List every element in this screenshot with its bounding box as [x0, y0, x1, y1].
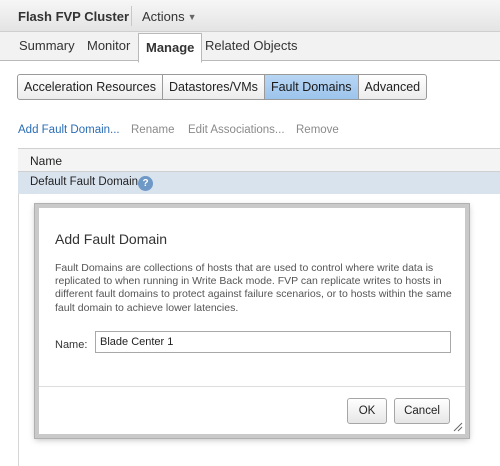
subtab-acceleration-resources[interactable]: Acceleration Resources: [18, 75, 164, 99]
row-name: Default Fault Domain: [30, 176, 139, 188]
resize-grip-icon[interactable]: [451, 420, 463, 432]
table-row[interactable]: Default Fault Domain ?: [18, 172, 500, 194]
tab-summary[interactable]: Summary: [12, 32, 82, 60]
remove-link[interactable]: Remove: [296, 124, 339, 136]
subtab-advanced[interactable]: Advanced: [359, 75, 427, 99]
rename-link[interactable]: Rename: [131, 124, 174, 136]
tab-manage[interactable]: Manage: [138, 33, 203, 63]
ok-button[interactable]: OK: [347, 398, 387, 424]
manage-subtabs: Acceleration Resources Datastores/VMs Fa…: [17, 74, 428, 100]
grid-header: Name: [18, 148, 500, 172]
chevron-down-icon: ▼: [187, 12, 197, 22]
subtab-fault-domains[interactable]: Fault Domains: [264, 75, 359, 99]
add-fault-domain-link[interactable]: Add Fault Domain...: [18, 124, 120, 136]
actions-label: Actions: [142, 9, 185, 24]
column-header-name[interactable]: Name: [30, 154, 62, 168]
dialog-description: Fault Domains are collections of hosts t…: [55, 262, 452, 314]
tab-related-objects[interactable]: Related Objects: [198, 32, 305, 60]
add-fault-domain-dialog: Add Fault Domain Fault Domains are colle…: [35, 204, 469, 438]
cancel-button[interactable]: Cancel: [394, 398, 450, 424]
help-icon[interactable]: ?: [138, 176, 153, 191]
object-title: Flash FVP Cluster: [18, 9, 130, 24]
tab-monitor[interactable]: Monitor: [80, 32, 137, 60]
edit-associations-link[interactable]: Edit Associations...: [188, 124, 285, 136]
object-header: Flash FVP Cluster Actions ▼: [0, 0, 500, 32]
dialog-divider: [39, 386, 465, 387]
actions-menu-button[interactable]: Actions ▼: [142, 9, 197, 24]
dialog-title: Add Fault Domain: [55, 231, 168, 247]
name-field-label: Name:: [55, 339, 88, 351]
main-tabs: Summary Monitor Manage Related Objects: [0, 32, 500, 63]
subtab-datastores-vms[interactable]: Datastores/VMs: [163, 75, 265, 99]
grid-border: [18, 194, 19, 466]
header-divider: [131, 6, 132, 26]
name-field[interactable]: [95, 331, 451, 353]
